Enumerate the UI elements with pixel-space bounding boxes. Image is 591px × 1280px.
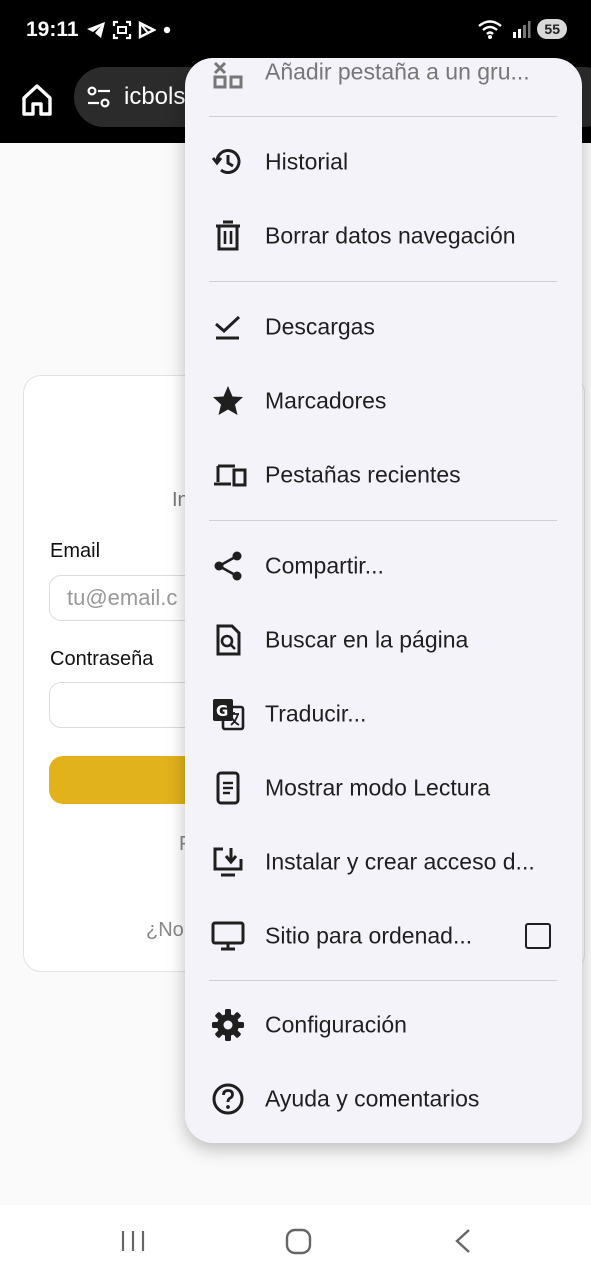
menu-item-bookmarks[interactable]: Marcadores [185,367,582,435]
menu-item-reader-mode[interactable]: Mostrar modo Lectura [185,754,582,822]
menu-item-translate[interactable]: G Traducir... [185,680,582,748]
play-store-icon [138,21,156,39]
menu-label: Pestañas recientes [265,461,461,488]
star-icon [213,386,243,415]
menu-item-find-in-page[interactable]: Buscar en la página [185,606,582,674]
find-in-page-icon [216,624,241,656]
battery-indicator: 55 [537,19,567,39]
menu-label: Buscar en la página [265,626,469,653]
menu-item-clear-browsing-data[interactable]: Borrar datos navegación [185,202,582,270]
status-time: 19:11 [26,18,79,41]
home-nav-icon[interactable] [284,1227,314,1255]
history-icon [211,149,241,174]
telegram-icon [87,22,105,38]
desktop-site-checkbox[interactable] [525,923,551,949]
system-nav-bar [0,1205,591,1280]
status-bar: 19:11 55 [0,0,591,62]
overflow-menu: Añadir pestaña a un gru... Historial Bor… [185,58,582,1143]
menu-label: Compartir... [265,552,384,579]
menu-item-downloads[interactable]: Descargas [185,293,582,361]
menu-label: Marcadores [265,387,387,414]
menu-item-help[interactable]: Ayuda y comentarios [185,1065,582,1133]
url-text: icbols [124,83,186,110]
menu-label: Traducir... [265,700,367,727]
notification-icons [86,20,172,40]
recent-apps-icon[interactable] [118,1227,148,1255]
translate-icon: G [213,699,245,731]
email-label: Email [50,540,101,562]
menu-label: Añadir pestaña a un gru... [265,58,530,85]
menu-item-settings[interactable]: Configuración [185,991,582,1059]
back-icon[interactable] [451,1227,477,1255]
menu-label: Mostrar modo Lectura [265,774,490,801]
menu-label: Descargas [265,313,375,340]
menu-item-install-app[interactable]: Instalar y crear acceso d... [185,828,582,896]
menu-divider [209,980,557,981]
home-icon[interactable] [20,82,54,118]
reader-mode-icon [216,771,240,805]
menu-divider [209,281,557,282]
desktop-icon [211,921,245,951]
menu-label: Sitio para ordenad... [265,922,473,949]
download-done-icon [215,315,241,340]
trash-icon [216,220,240,251]
menu-divider [209,520,557,521]
password-label: Contraseña [50,648,154,670]
help-icon [212,1083,244,1115]
install-icon [213,847,243,877]
status-right: 55 [477,18,567,40]
menu-label: Instalar y crear acceso d... [265,848,535,875]
tab-group-icon [213,61,243,89]
menu-item-history[interactable]: Historial [185,128,582,196]
screenshot-icon [112,20,132,40]
share-icon [214,551,242,581]
devices-icon [214,464,247,487]
menu-label: Configuración [265,1011,407,1038]
menu-item-desktop-site[interactable]: Sitio para ordenad... [185,902,582,970]
menu-item-recent-tabs[interactable]: Pestañas recientes [185,441,582,509]
menu-item-add-tab-to-group[interactable]: Añadir pestaña a un gru... [185,58,582,106]
svg-text:G: G [216,702,228,720]
menu-divider [209,116,557,117]
dot-icon [163,26,171,34]
signal-icon [513,21,531,38]
site-settings-icon[interactable] [86,85,112,109]
menu-label: Historial [265,148,349,175]
gear-icon [212,1009,244,1041]
menu-label: Ayuda y comentarios [265,1085,480,1112]
menu-item-share[interactable]: Compartir... [185,532,582,600]
register-link[interactable]: ¿No [146,919,184,942]
wifi-icon [478,20,503,39]
menu-label: Borrar datos navegación [265,222,516,249]
